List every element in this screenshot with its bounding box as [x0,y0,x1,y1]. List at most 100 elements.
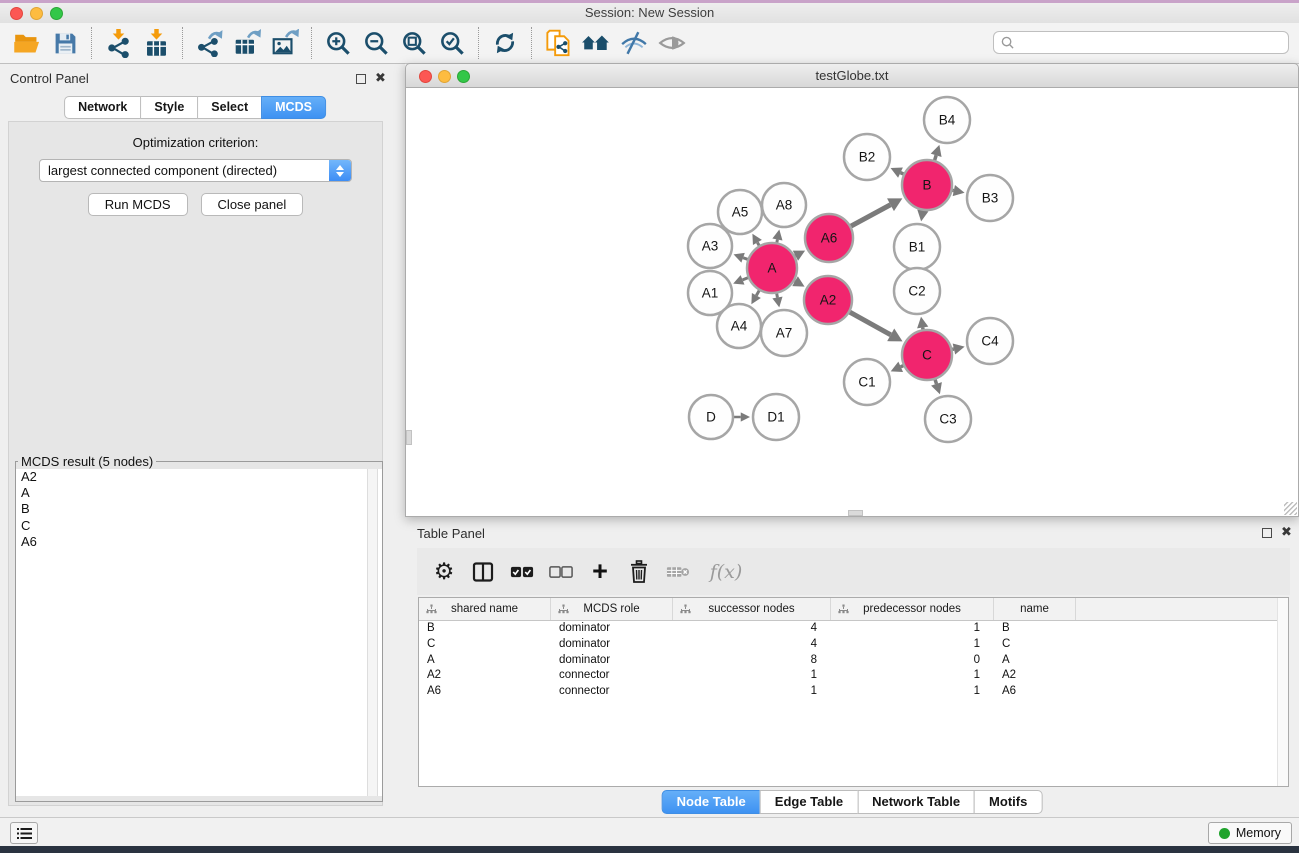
graph-edge-A2-C[interactable] [848,311,891,335]
tab-network[interactable]: Network [64,96,141,119]
maximize-window-button[interactable] [50,7,63,20]
table-cell[interactable]: A6 [994,684,1076,700]
resize-grip[interactable] [1284,502,1297,515]
clone-network-icon[interactable] [539,26,577,60]
table-row[interactable]: Cdominator41C [419,637,1288,653]
table-cell[interactable]: B [994,621,1076,637]
table-cell[interactable]: A2 [994,668,1076,684]
export-image-icon[interactable] [266,26,304,60]
mcds-result-item[interactable]: A6 [16,534,382,550]
table-cell[interactable]: dominator [551,637,673,653]
tab-edge-table[interactable]: Edge Table [760,790,858,814]
table-cell[interactable]: A6 [419,684,551,700]
table-cell[interactable]: 4 [673,637,831,653]
gear-icon[interactable]: ⚙ [432,559,456,585]
import-network-icon[interactable] [99,26,137,60]
tab-select[interactable]: Select [197,96,262,119]
table-cell[interactable]: A [994,653,1076,669]
table-cell[interactable]: connector [551,684,673,700]
table-cell[interactable]: B [419,621,551,637]
tab-node-table[interactable]: Node Table [662,790,761,814]
table-cell[interactable]: dominator [551,621,673,637]
zoom-selected-icon[interactable] [433,26,471,60]
export-network-icon[interactable] [190,26,228,60]
table-cell[interactable]: dominator [551,653,673,669]
import-table-icon[interactable] [137,26,175,60]
network-window-titlebar[interactable]: testGlobe.txt [405,63,1299,88]
table-cell[interactable]: A2 [419,668,551,684]
open-session-icon[interactable] [8,26,46,60]
table-cell[interactable]: 1 [831,621,994,637]
tab-motifs[interactable]: Motifs [974,790,1042,814]
mcds-result-list[interactable]: A2ABCA6 [16,469,382,796]
column-header-predecessor-nodes[interactable]: predecessor nodes [831,598,994,620]
table-cell[interactable]: 1 [673,684,831,700]
add-column-icon[interactable]: + [588,559,612,585]
task-history-button[interactable] [10,822,38,844]
close-window-button[interactable] [10,7,23,20]
network-canvas[interactable]: B4B2BB3B1A5A8A6A3AA1A2C2A4A7C4CC1C3DD1 [405,88,1299,517]
memory-button[interactable]: Memory [1208,822,1292,844]
table-row[interactable]: A6connector11A6 [419,684,1288,700]
tab-style[interactable]: Style [140,96,198,119]
table-cell[interactable]: 1 [831,684,994,700]
canvas-vertical-scrollbar[interactable] [406,430,412,445]
control-panel-close-icon[interactable]: ✖ [375,70,386,86]
canvas-horizontal-scrollbar[interactable] [848,510,863,516]
table-row[interactable]: A2connector11A2 [419,668,1288,684]
tab-network-table[interactable]: Network Table [857,790,975,814]
table-scrollbar[interactable] [1277,598,1288,786]
close-panel-button[interactable]: Close panel [201,193,304,216]
clear-selection-icon[interactable] [549,559,573,585]
table-cell[interactable]: A [419,653,551,669]
refresh-icon[interactable] [486,26,524,60]
table-cell[interactable]: C [419,637,551,653]
result-scrollbar[interactable] [367,469,378,796]
network-close-button[interactable] [419,70,432,83]
graph-edge-A6-B[interactable] [849,205,890,227]
hide-eye-icon[interactable] [615,26,653,60]
column-header-successor-nodes[interactable]: successor nodes [673,598,831,620]
zoom-fit-icon[interactable] [395,26,433,60]
table-panel-float-icon[interactable] [1262,528,1272,538]
minimize-window-button[interactable] [30,7,43,20]
show-eye-icon[interactable] [653,26,691,60]
save-session-icon[interactable] [46,26,84,60]
mcds-result-item[interactable]: A2 [16,469,382,485]
select-all-icon[interactable] [510,559,534,585]
table-cell[interactable]: connector [551,668,673,684]
table-cell[interactable]: 4 [673,621,831,637]
table-cell[interactable]: 8 [673,653,831,669]
node-table[interactable]: shared nameMCDS rolesuccessor nodesprede… [418,597,1289,787]
table-row[interactable]: Adominator80A [419,653,1288,669]
table-cell[interactable]: 1 [831,668,994,684]
table-cell[interactable]: 1 [831,637,994,653]
column-header-MCDS-role[interactable]: MCDS role [551,598,673,620]
criterion-dropdown[interactable]: largest connected component (directed) [39,159,352,182]
zoom-out-icon[interactable] [357,26,395,60]
network-minimize-button[interactable] [438,70,451,83]
search-input[interactable] [1019,36,1288,50]
zoom-in-icon[interactable] [319,26,357,60]
table-row[interactable]: Bdominator41B [419,621,1288,637]
trash-icon[interactable] [627,559,651,585]
home-layout-icon[interactable] [577,26,615,60]
search-box[interactable] [993,31,1289,54]
table-cell[interactable]: C [994,637,1076,653]
column-header-shared-name[interactable]: shared name [419,598,551,620]
table-cell[interactable]: 1 [673,668,831,684]
window-titlebar[interactable]: Session: New Session [0,3,1299,23]
mcds-result-item[interactable]: C [16,518,382,534]
run-mcds-button[interactable]: Run MCDS [88,193,188,216]
function-builder-icon[interactable]: f(x) [705,559,747,585]
table-cell[interactable]: 0 [831,653,994,669]
mcds-result-item[interactable]: A [16,485,382,501]
export-table-icon[interactable] [228,26,266,60]
control-panel-float-icon[interactable] [356,74,366,84]
dropdown-stepper-icon[interactable] [329,160,351,181]
column-header-name[interactable]: name [994,598,1076,620]
delete-table-icon[interactable] [666,559,690,585]
column-view-icon[interactable] [471,559,495,585]
table-panel-close-icon[interactable]: ✖ [1281,524,1292,540]
tab-mcds[interactable]: MCDS [261,96,326,119]
